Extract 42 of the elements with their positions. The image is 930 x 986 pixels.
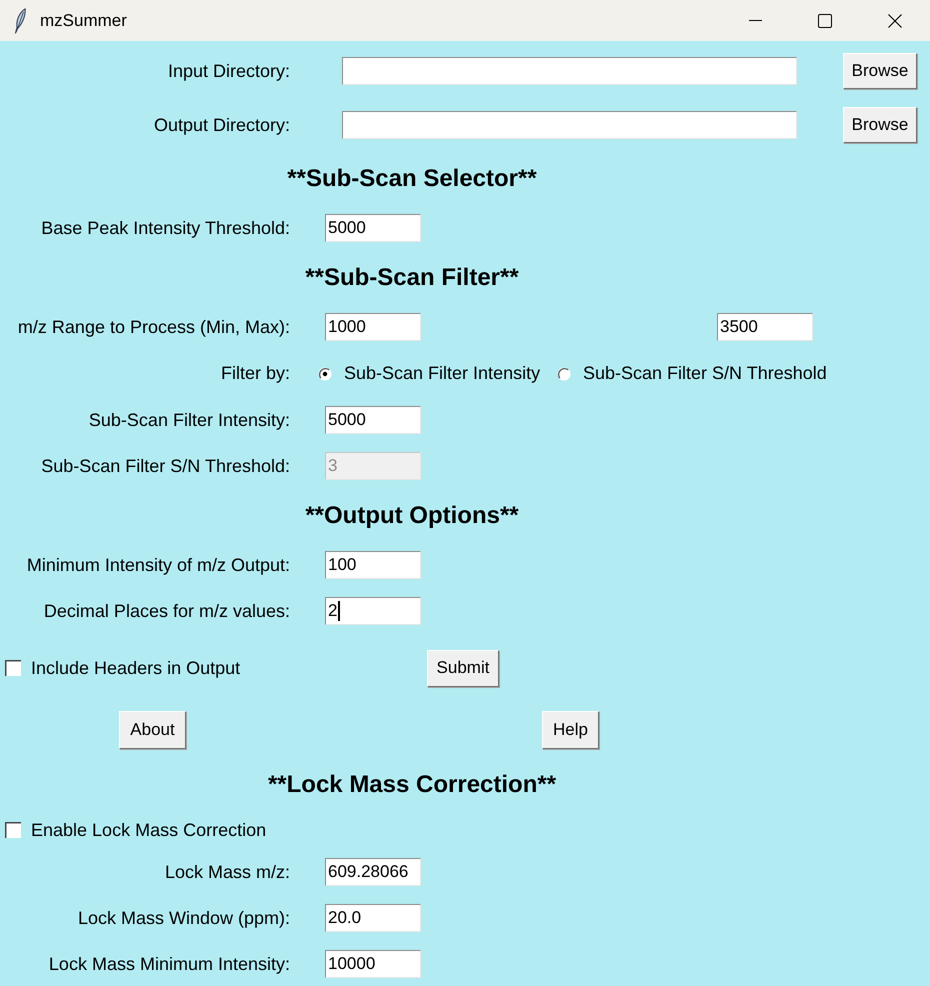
submit-button[interactable]: Submit (427, 650, 499, 686)
window-title: mzSummer (40, 10, 127, 30)
field-label: m/z Range to Process (Min, Max): (18, 316, 290, 338)
input-field[interactable]: 5000 (325, 406, 421, 434)
close-icon (888, 14, 902, 28)
browse-button[interactable]: Browse (843, 107, 917, 143)
input-field[interactable]: 1000 (325, 313, 421, 341)
field-label: Lock Mass m/z: (164, 862, 290, 882)
input-field[interactable] (342, 57, 797, 85)
radio-button[interactable]: Sub-Scan Filter S/N Threshold (557, 363, 827, 384)
input-field[interactable]: 10000 (325, 950, 421, 978)
field-label: Lock Mass Minimum Intensity: (48, 954, 290, 974)
field-label: Sub-Scan Filter S/N Threshold: (41, 456, 290, 476)
section-heading: **Output Options** (305, 502, 519, 530)
section-heading: **Sub-Scan Selector** (287, 164, 537, 192)
field-label: Filter by: (220, 363, 290, 384)
browse-button[interactable]: Browse (843, 53, 917, 89)
section-heading: **Lock Mass Correction** (268, 770, 556, 798)
help-button[interactable]: Help (542, 711, 599, 749)
field-label: Decimal Places for m/z values: (44, 600, 290, 622)
input-field[interactable]: 609.28066 (325, 858, 421, 886)
about-button[interactable]: About (119, 711, 186, 749)
field-label: Lock Mass Window (ppm): (78, 908, 290, 928)
feather-icon (14, 8, 26, 34)
field-label: Sub-Scan Filter Intensity: (88, 410, 290, 430)
checkbox[interactable]: Include Headers in Output (5, 658, 240, 678)
input-field[interactable]: 20.0 (325, 904, 421, 932)
field-label: Output Directory: (154, 114, 290, 136)
checkbox[interactable]: Enable Lock Mass Correction (5, 820, 266, 840)
input-field[interactable] (342, 111, 797, 139)
input-field[interactable]: 100 (325, 551, 421, 579)
text-cursor (338, 601, 340, 621)
field-label: Base Peak Intensity Threshold: (41, 218, 290, 238)
radio-button[interactable]: Sub-Scan Filter Intensity (318, 363, 540, 384)
input-field[interactable]: 5000 (325, 214, 421, 242)
field-label: Minimum Intensity of m/z Output: (26, 554, 290, 576)
input-field[interactable]: 3500 (717, 313, 813, 341)
minimize-icon (748, 20, 762, 21)
field-label: Input Directory: (168, 60, 290, 82)
input-field[interactable]: 2 (325, 597, 421, 625)
maximize-icon (818, 14, 832, 28)
section-heading: **Sub-Scan Filter** (305, 264, 519, 292)
